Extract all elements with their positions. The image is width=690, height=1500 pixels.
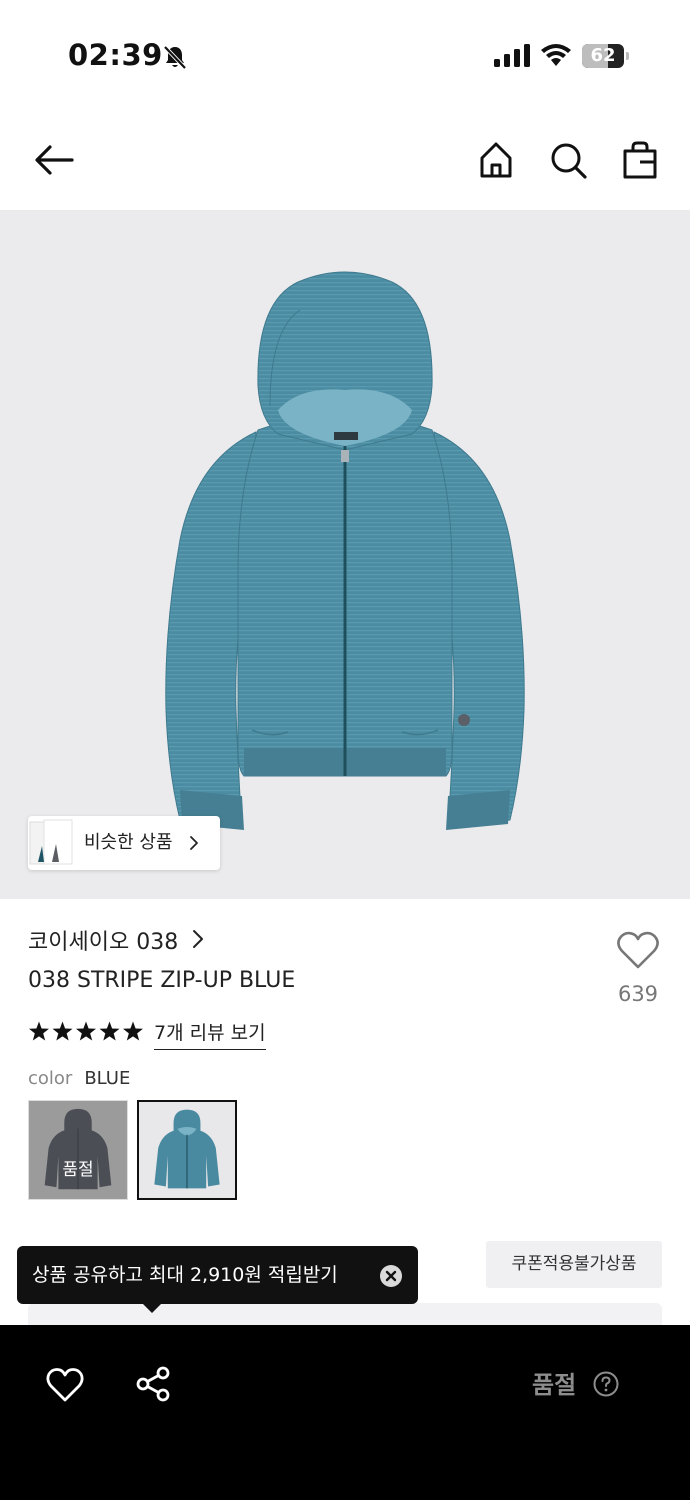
question-circle-icon[interactable] [593,1371,619,1397]
brand-link[interactable]: 코이세이오 038 [28,924,203,956]
battery-level: 62 [590,45,616,66]
brand-name: 코이세이오 038 [28,930,179,955]
close-circle-icon[interactable] [379,1264,403,1288]
color-swatch-blue[interactable] [137,1100,237,1200]
status-time: 02:39 [68,38,163,72]
home-button[interactable] [474,138,518,182]
star-icon [76,1021,96,1041]
chevron-right-icon [190,836,198,850]
back-button[interactable] [32,138,76,182]
chevron-right-icon [193,930,203,948]
coupon-unavailable-badge: 쿠폰적용불가상품 [486,1241,662,1288]
search-icon [551,143,587,179]
blue-hoodie-thumbnail [154,1109,220,1189]
like-count: 639 [617,982,659,1006]
color-key: color [28,1068,73,1089]
search-button[interactable] [546,138,590,182]
soldout-button[interactable]: 품절 [532,1365,576,1400]
home-icon [480,142,512,178]
similar-products-label: 비슷한 상품 [84,832,173,853]
status-bar: 02:39 62 [0,0,690,110]
shopping-bag-icon [623,141,657,179]
cart-button[interactable] [618,138,662,182]
share-icon[interactable] [134,1365,172,1403]
bell-muted-icon [163,45,187,70]
soldout-tag: 품절 [62,1160,94,1180]
star-icon [29,1021,49,1041]
product-image[interactable]: 비슷한 상품 [0,210,690,899]
product-name: 038 STRIPE ZIP-UP BLUE [28,968,296,993]
share-reward-text: 상품 공유하고 최대 2,910원 적립받기 [32,1264,338,1286]
battery-icon: 62 [582,44,630,68]
bottom-action-bar: 품절 [0,1325,690,1500]
cellular-signal-icon [494,44,530,67]
color-swatch-charcoal[interactable]: 품절 [28,1100,128,1200]
review-link[interactable]: 7개 리뷰 보기 [154,1018,266,1050]
heart-outline-icon[interactable] [46,1367,84,1403]
star-icon [123,1021,143,1041]
zip-hoodie-image [165,271,525,830]
similar-products-button[interactable]: 비슷한 상품 [28,816,220,870]
tooltip-arrow [142,1303,162,1313]
color-value: BLUE [84,1068,131,1089]
top-nav-bar [0,110,690,210]
similar-product-thumbnails [29,819,73,865]
share-reward-tooltip[interactable]: 상품 공유하고 최대 2,910원 적립받기 [17,1246,418,1304]
heart-outline-icon[interactable] [616,930,660,970]
arrow-left-icon [35,145,74,175]
star-icon [99,1021,120,1041]
charcoal-hoodie-thumbnail [44,1108,112,1190]
rating-stars [29,1021,143,1041]
color-selector-label: color BLUE [28,1068,130,1089]
star-icon [52,1021,73,1041]
wifi-icon [541,44,571,66]
